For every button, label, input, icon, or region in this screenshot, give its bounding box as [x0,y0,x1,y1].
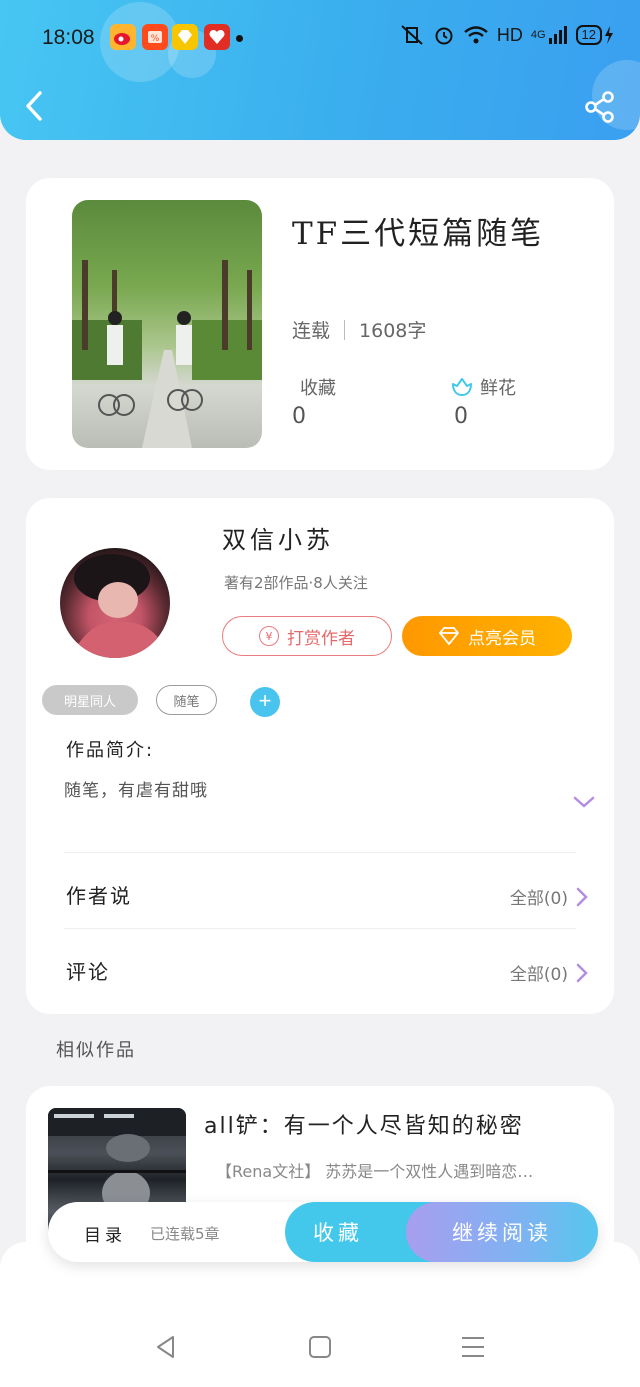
svg-text:%: % [151,34,160,44]
favorites-count: 0 [292,404,306,429]
status-right: HD 4G 12 [399,24,614,46]
diamond-outline-icon [439,627,459,645]
weibo-icon [110,24,136,50]
vip-label: 点亮会员 [468,628,536,649]
author-name[interactable]: 双信小苏 [222,520,334,555]
chevron-right-icon [576,887,588,906]
serial-status: 连载 [292,320,331,342]
yen-icon: ¥ [259,626,279,646]
network-type: HD [496,24,523,45]
nav-menu-icon[interactable] [460,1334,486,1360]
intro-title: 作品简介: [66,740,155,761]
flowers-count: 0 [454,404,468,429]
chapters-status: 已连载5章 [150,1225,220,1243]
flowers-label: 鲜花 [450,374,516,400]
coupon-icon: % [142,24,168,50]
author-says-link[interactable]: 全部(0) [510,884,588,909]
battery-level: 12 [575,25,602,45]
expand-chevron-icon[interactable] [572,794,596,810]
signal-type: 4G [530,29,546,41]
author-says-label[interactable]: 作者说 [66,880,132,909]
author-meta: 著有2部作品·8人关注 [224,574,368,592]
charging-icon [605,26,613,44]
similar-work-title[interactable]: all铲：有一个人尽皆知的秘密 [204,1108,524,1140]
word-count: 1608字 [359,320,427,342]
book-status-line: 连载 1608字 [292,316,426,343]
flower-icon [452,378,472,396]
tag-celebrity-fanfic[interactable]: 明星同人 [42,685,138,715]
intro-text: 随笔，有虐有甜哦 [64,781,208,801]
alarm-icon [435,27,453,45]
book-cover[interactable] [72,200,262,448]
more-notifications-dot [236,35,243,42]
book-title: TF三代短篇随笔 [292,216,545,252]
separator [344,319,346,340]
status-bar: 18:08 % HD 4G 12 [0,22,640,58]
flowers-label-text: 鲜花 [480,378,516,399]
wifi-icon [464,26,488,44]
book-info-card: TF三代短篇随笔 连载 1608字 收藏 0 鲜花 0 [26,178,614,470]
similar-works-title: 相似作品 [56,1040,136,1061]
pinduoduo-icon [204,24,230,50]
diamond-icon [172,24,198,50]
mute-vibrate-icon [401,25,423,45]
activate-vip-button[interactable]: 点亮会员 [402,616,572,656]
favorites-label-text: 收藏 [300,378,336,399]
comments-count: 全部(0) [509,965,568,985]
divider [64,928,576,929]
header: 18:08 % HD 4G 12 [0,0,640,140]
bottom-action-bar: 目录 已连载5章 收藏 继续阅读 [48,1202,598,1262]
table-of-contents-button[interactable]: 目录 [84,1221,126,1246]
nav-home-icon[interactable] [307,1334,333,1360]
system-navigation-bar [0,1242,640,1387]
divider [64,852,576,853]
favorites-label: 收藏 [300,374,336,400]
nav-back-icon[interactable] [153,1334,179,1360]
share-button[interactable] [584,90,616,124]
author-says-count: 全部(0) [509,889,568,909]
tag-essay[interactable]: 随笔 [156,685,217,715]
author-card: 双信小苏 著有2部作品·8人关注 ¥ 打赏作者 点亮会员 明星同人 随笔 + 作… [26,498,614,1014]
similar-work-description: 【Rena文社】 苏苏是一个双性人遇到暗恋… [216,1162,534,1181]
add-tag-button[interactable]: + [250,687,280,717]
favorite-label: 收藏 [313,1221,363,1245]
chevron-right-icon [576,963,588,982]
back-button[interactable] [20,88,50,124]
author-avatar[interactable] [60,548,170,658]
continue-label: 继续阅读 [452,1221,552,1245]
comments-label[interactable]: 评论 [66,956,110,985]
continue-reading-button[interactable]: 继续阅读 [406,1202,598,1262]
status-time: 18:08 [42,26,95,49]
reward-label: 打赏作者 [287,628,355,649]
reward-author-button[interactable]: ¥ 打赏作者 [222,616,392,656]
signal-icon [548,26,567,44]
comments-link[interactable]: 全部(0) [510,960,588,985]
